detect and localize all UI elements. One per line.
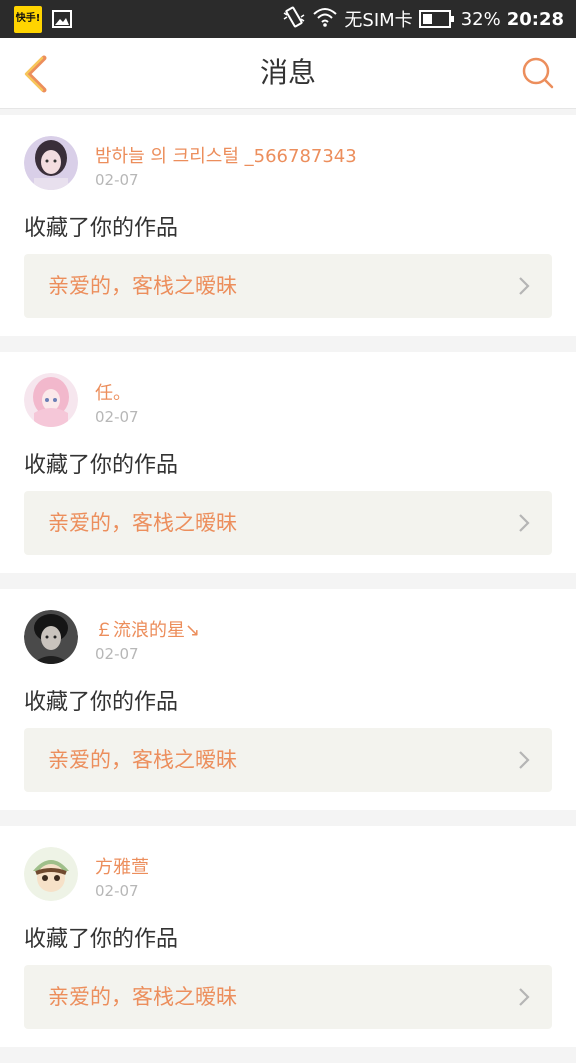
work-title: 亲爱的，客栈之暧昧 [48, 985, 237, 1009]
chevron-right-icon [519, 751, 530, 769]
back-button[interactable] [14, 52, 54, 96]
header-bar: 消息 [0, 38, 576, 109]
battery-icon [418, 9, 455, 29]
message-list: 밤하늘 의 크리스털 _566787343 02-07 收藏了你的作品 亲爱的，… [0, 115, 576, 1063]
status-bar: 快手! 无SIM卡 32% 20:28 [0, 0, 576, 38]
search-icon [522, 57, 554, 89]
search-button[interactable] [520, 55, 556, 91]
action-text: 收藏了你的作品 [24, 927, 179, 952]
action-text: 收藏了你的作品 [24, 216, 179, 241]
user-name[interactable]: ￡流浪的星↘ [95, 616, 200, 642]
work-title: 亲爱的，客栈之暧昧 [48, 274, 237, 298]
avatar[interactable] [24, 136, 78, 190]
image-icon [52, 10, 72, 28]
avatar[interactable] [24, 610, 78, 664]
work-link[interactable]: 亲爱的，客栈之暧昧 [24, 254, 552, 318]
message-card: 밤하늘 의 크리스털 _566787343 02-07 收藏了你的作品 亲爱的，… [0, 115, 576, 336]
work-title: 亲爱的，客栈之暧昧 [48, 748, 237, 772]
sim-status-text: 无SIM卡 [344, 10, 413, 31]
message-date: 02-07 [95, 882, 139, 900]
chevron-right-icon [519, 988, 530, 1006]
status-right: 无SIM卡 32% 20:28 [282, 0, 564, 38]
message-card: 方雅萱 02-07 收藏了你的作品 亲爱的，客栈之暧昧 [0, 826, 576, 1047]
user-name[interactable]: 方雅萱 [95, 853, 149, 879]
status-left: 快手! [14, 5, 72, 33]
chevron-left-icon [24, 55, 47, 93]
user-name[interactable]: 任。 [95, 379, 131, 405]
chevron-right-icon [519, 514, 530, 532]
avatar[interactable] [24, 373, 78, 427]
work-link[interactable]: 亲爱的，客栈之暧昧 [24, 728, 552, 792]
message-date: 02-07 [95, 408, 139, 426]
action-text: 收藏了你的作品 [24, 453, 179, 478]
message-date: 02-07 [95, 171, 139, 189]
wifi-icon [312, 6, 338, 33]
message-card: 任。 02-07 收藏了你的作品 亲爱的，客栈之暧昧 [0, 352, 576, 573]
vibrate-icon [282, 5, 306, 34]
clock-time: 20:28 [506, 8, 564, 30]
action-text: 收藏了你的作品 [24, 690, 179, 715]
avatar[interactable] [24, 847, 78, 901]
page-title: 消息 [259, 56, 316, 89]
chevron-right-icon [519, 277, 530, 295]
work-link[interactable]: 亲爱的，客栈之暧昧 [24, 491, 552, 555]
battery-percent: 32% [460, 8, 501, 30]
message-date: 02-07 [95, 645, 139, 663]
work-link[interactable]: 亲爱的，客栈之暧昧 [24, 965, 552, 1029]
work-title: 亲爱的，客栈之暧昧 [48, 511, 237, 535]
user-name[interactable]: 밤하늘 의 크리스털 _566787343 [95, 142, 357, 168]
message-card: ￡流浪的星↘ 02-07 收藏了你的作品 亲爱的，客栈之暧昧 [0, 589, 576, 810]
app-badge: 快手! [14, 5, 42, 33]
